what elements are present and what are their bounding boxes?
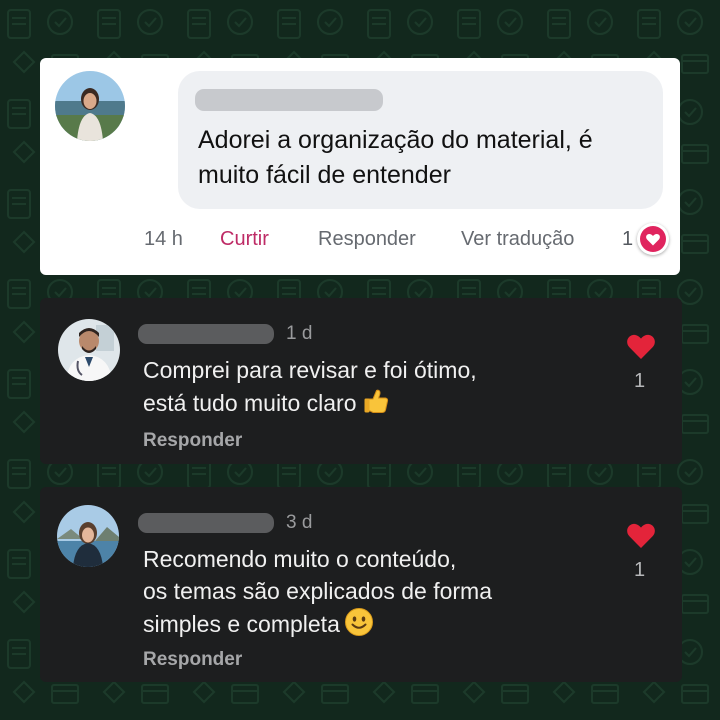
heart-icon[interactable] (626, 521, 656, 549)
like-count: 1 (634, 559, 646, 581)
blurred-username (195, 89, 383, 111)
avatar[interactable] (58, 319, 120, 381)
comment-card: Adorei a organização do material, é muit… (40, 58, 680, 275)
smiling-face-emoji (344, 608, 373, 636)
comment-text-fragment: está tudo muito claro (143, 390, 357, 416)
thumbs-up-emoji (364, 389, 388, 413)
comment-time: 14 h (144, 228, 183, 250)
comment-text-fragment: simples e completa (143, 611, 340, 637)
heart-icon[interactable] (626, 332, 656, 360)
comment-card: 3 d Recomendo muito o conteúdo, os temas… (40, 487, 682, 682)
like-button[interactable]: Curtir (220, 228, 269, 251)
reaction-count[interactable]: 1 (622, 228, 633, 251)
comment-text: Recomendo muito o conteúdo, os temas são… (143, 543, 603, 640)
reply-button[interactable]: Responder (318, 228, 416, 251)
comment-text-line: está tudo muito claro (143, 386, 603, 419)
heart-icon[interactable] (637, 223, 669, 255)
comment-text-line: Comprei para revisar e foi ótimo, (143, 357, 477, 383)
blurred-username (138, 324, 274, 344)
comment-card: 1 d Comprei para revisar e foi ótimo, es… (40, 298, 682, 464)
like-count: 1 (634, 370, 646, 392)
comment-bubble: Adorei a organização do material, é muit… (178, 71, 663, 209)
blurred-username (138, 513, 274, 533)
comment-text: Comprei para revisar e foi ótimo, está t… (143, 354, 603, 419)
reply-button[interactable]: Responder (143, 649, 242, 671)
reply-button[interactable]: Responder (143, 430, 242, 452)
avatar[interactable] (55, 71, 125, 141)
comment-text-line: simples e completa (143, 607, 603, 640)
comment-time: 1 d (286, 323, 313, 344)
comment-time: 3 d (286, 512, 313, 533)
comment-text: Adorei a organização do material, é muit… (198, 126, 593, 189)
avatar[interactable] (57, 505, 119, 567)
comment-text-line: Recomendo muito o conteúdo, (143, 546, 457, 572)
translate-button[interactable]: Ver tradução (461, 228, 574, 251)
comment-text-line: os temas são explicados de forma (143, 578, 493, 604)
